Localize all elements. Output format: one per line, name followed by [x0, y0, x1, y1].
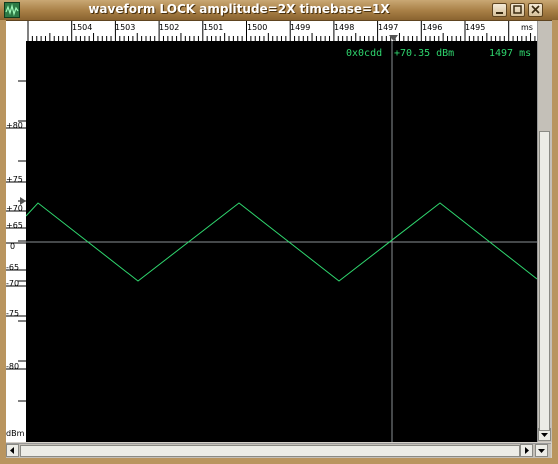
scroll-left-button[interactable] — [6, 444, 19, 457]
readout-time: 1497 ms — [489, 48, 532, 59]
level-label: -80 — [6, 362, 20, 371]
window-frame-bottom — [0, 458, 558, 464]
scroll-down-button-bottom[interactable] — [535, 444, 548, 457]
time-label: 1504 — [72, 23, 93, 32]
window-frame-right — [552, 20, 558, 464]
time-label: 1499 — [290, 23, 311, 32]
time-label: 1496 — [422, 23, 443, 32]
level-label: +65 — [6, 221, 23, 230]
level-label: -70 — [6, 279, 20, 288]
waveform-plot[interactable]: 0x0cdd +70.35 dBm 1497 ms — [26, 41, 537, 442]
level-label: +80 — [6, 121, 23, 130]
arrow-left-icon — [10, 447, 14, 454]
waveform-canvas — [26, 41, 537, 442]
readout-level: +70.35 dBm — [394, 48, 455, 59]
vertical-scrollbar[interactable] — [537, 21, 552, 442]
window-title: waveform LOCK amplitude=2X timebase=1X — [88, 2, 390, 16]
maximize-icon — [513, 5, 522, 14]
scroll-right-button[interactable] — [520, 444, 533, 457]
level-unit-label: dBm — [6, 429, 25, 438]
time-label: 1498 — [334, 23, 355, 32]
level-label: +70 — [6, 204, 23, 213]
arrow-right-icon — [525, 447, 529, 454]
close-icon — [531, 5, 540, 14]
vertical-scroll-thumb[interactable] — [539, 131, 550, 431]
time-label: 1502 — [159, 23, 180, 32]
level-label: -65 — [6, 263, 20, 272]
arrow-down-icon — [538, 449, 545, 453]
horizontal-scrollbar[interactable] — [6, 443, 551, 458]
level-ruler[interactable]: +80 +75 +70 +65 0 -65 -70 -75 -80 dBm — [6, 41, 27, 442]
maximize-button[interactable] — [510, 3, 525, 17]
time-label: 1495 — [465, 23, 486, 32]
waveform-window: waveform LOCK amplitude=2X timebase=1X 1… — [0, 0, 558, 464]
close-button[interactable] — [528, 3, 543, 17]
horizontal-scroll-thumb[interactable] — [20, 445, 520, 457]
level-label: +75 — [6, 175, 23, 184]
time-label: 1501 — [203, 23, 224, 32]
time-label: 1503 — [115, 23, 136, 32]
minimize-icon — [496, 12, 503, 14]
time-label: 1500 — [247, 23, 268, 32]
time-unit-label: ms — [521, 23, 533, 32]
minimize-button[interactable] — [492, 3, 507, 17]
title-bar[interactable]: waveform LOCK amplitude=2X timebase=1X — [0, 0, 558, 21]
time-ruler-ticks — [27, 21, 536, 41]
time-label: 1497 — [378, 23, 399, 32]
level-ruler-ticks — [6, 80, 26, 402]
level-label: -75 — [6, 309, 20, 318]
ruler-corner — [6, 21, 26, 41]
time-ruler[interactable]: 1504 1503 1502 1501 1500 1499 1498 1497 … — [26, 21, 537, 42]
level-label: 0 — [10, 242, 16, 251]
readout-address: 0x0cdd — [346, 48, 383, 59]
